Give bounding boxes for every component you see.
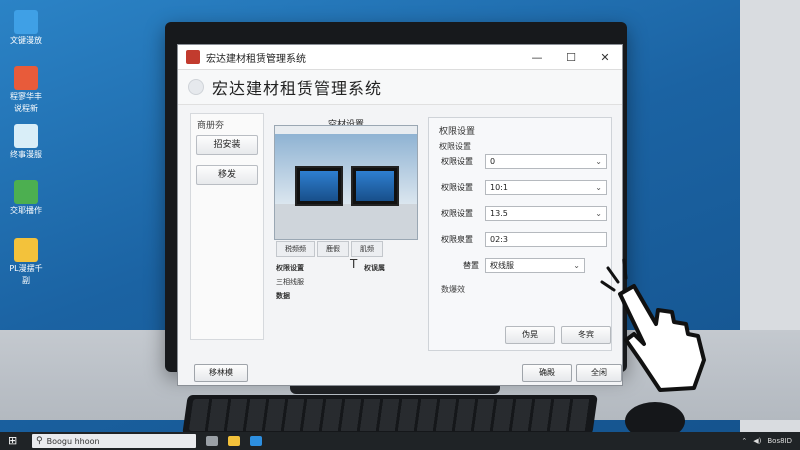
input-value: 02:3 bbox=[490, 235, 508, 244]
tab-3[interactable]: 肌频 bbox=[351, 241, 383, 257]
document-icon bbox=[14, 124, 38, 148]
preview-monitor bbox=[295, 166, 343, 206]
setting-row: 权限设置 0 ⌄ bbox=[441, 154, 607, 169]
preview-screen bbox=[356, 171, 394, 201]
hand-pointer-icon bbox=[600, 258, 706, 392]
file-explorer-icon[interactable] bbox=[228, 436, 240, 446]
chevron-up-icon[interactable]: ⌃ bbox=[741, 437, 747, 445]
window-title: 宏达建材租赁管理系统 bbox=[206, 53, 306, 65]
setting-row: 权限泉置 02:3 bbox=[441, 232, 607, 247]
tab-2[interactable]: 鹿假 bbox=[317, 241, 349, 257]
setting-select[interactable]: 权线服 ⌄ bbox=[485, 258, 585, 273]
app-icon bbox=[14, 66, 38, 90]
tree-item[interactable]: 权限设置 bbox=[276, 263, 304, 273]
preview-button[interactable]: 伪晃 bbox=[505, 326, 555, 344]
taskbar: ⊞ ⚲ Boogu hhoon ⌃ ◀) Bos8ID bbox=[0, 432, 800, 450]
task-view-icon[interactable] bbox=[206, 436, 218, 446]
text-tool-icon: T bbox=[350, 257, 358, 271]
description-label: 数爆效 bbox=[441, 285, 465, 294]
volume-icon[interactable]: ◀) bbox=[753, 437, 761, 445]
desktop-icon-sublabel: 副 bbox=[22, 276, 30, 285]
desktop-icon-label: PL漫摆千 bbox=[9, 264, 43, 273]
tree-item[interactable]: 三相线服 bbox=[276, 277, 304, 287]
chevron-down-icon: ⌄ bbox=[573, 261, 580, 270]
file-icon bbox=[14, 238, 38, 262]
desktop-icon-label: 文键漫放 bbox=[10, 36, 42, 45]
browser-icon[interactable] bbox=[250, 436, 262, 446]
confirm-button[interactable]: 确殿 bbox=[522, 364, 572, 382]
setting-row: 替置 权线服 ⌄ bbox=[441, 258, 585, 273]
select-value: 13.5 bbox=[490, 209, 508, 218]
system-tray: ⌃ ◀) Bos8ID bbox=[741, 437, 800, 445]
select-value: 10:1 bbox=[490, 183, 508, 192]
setting-input[interactable]: 02:3 bbox=[485, 232, 607, 247]
app-header: 宏达建材租赁管理系统 bbox=[178, 70, 622, 105]
close-button[interactable]: ✕ bbox=[588, 45, 622, 69]
install-button[interactable]: 招安装 bbox=[196, 135, 258, 155]
setting-select[interactable]: 0 ⌄ bbox=[485, 154, 607, 169]
page-title: 宏达建材租赁管理系统 bbox=[212, 79, 383, 98]
footer-left-button[interactable]: 移林模 bbox=[194, 364, 248, 382]
select-value: 0 bbox=[490, 157, 496, 166]
left-panel-heading: 商册夯 bbox=[197, 121, 225, 131]
chevron-down-icon: ⌄ bbox=[595, 157, 602, 166]
chevron-down-icon: ⌄ bbox=[595, 183, 602, 192]
setting-label: 权限设置 bbox=[441, 209, 473, 218]
back-icon[interactable] bbox=[188, 79, 204, 95]
preview-screen bbox=[300, 171, 338, 201]
preview-monitor bbox=[351, 166, 399, 206]
taskbar-search[interactable]: ⚲ Boogu hhoon bbox=[32, 434, 196, 448]
desktop-icon-2[interactable]: 程寥华丰 说程新 bbox=[4, 66, 48, 114]
clock[interactable]: Bos8ID bbox=[767, 437, 792, 445]
desktop-icon-4[interactable]: 交耶播作 bbox=[4, 180, 48, 216]
minimize-button[interactable]: — bbox=[520, 45, 554, 69]
app-logo-icon bbox=[186, 50, 200, 64]
settings-heading: 权限设置 bbox=[439, 127, 476, 137]
settings-panel: 权限设置 权限设置 权限设置 0 ⌄ 权限设置 10:1 ⌄ 权限设置 13.5… bbox=[428, 117, 612, 351]
setting-row: 权限设置 13.5 ⌄ bbox=[441, 206, 607, 221]
desktop-icon-label: 程寥华丰 bbox=[10, 92, 42, 101]
tab-1[interactable]: 税频频 bbox=[276, 241, 315, 257]
setting-label: 权限设置 bbox=[441, 157, 473, 166]
desktop-icon-5[interactable]: PL漫摆千 副 bbox=[4, 238, 48, 286]
setting-label: 权限设置 bbox=[441, 183, 473, 192]
preview-floor bbox=[275, 204, 417, 239]
chevron-down-icon: ⌄ bbox=[595, 209, 602, 218]
maximize-button[interactable]: ☐ bbox=[554, 45, 588, 69]
desktop-icon-sublabel: 说程新 bbox=[14, 104, 38, 113]
title-bar: 宏达建材租赁管理系统 — ☐ ✕ bbox=[178, 45, 622, 70]
setting-label: 替置 bbox=[463, 261, 479, 270]
desktop-icon-label: 终事漫服 bbox=[10, 150, 42, 159]
app-icon bbox=[14, 10, 38, 34]
setting-label: 权限泉置 bbox=[441, 235, 473, 244]
desktop-icon-1[interactable]: 文键漫放 bbox=[4, 10, 48, 46]
move-button[interactable]: 移发 bbox=[196, 165, 258, 185]
desktop-icon-label: 交耶播作 bbox=[10, 206, 42, 215]
left-panel: 商册夯 招安装 移发 bbox=[190, 113, 264, 340]
tool-label: 权误属 bbox=[364, 264, 385, 272]
keyboard-keys bbox=[188, 399, 592, 431]
app-window: 宏达建材租赁管理系统 — ☐ ✕ 宏达建材租赁管理系统 商册夯 招安装 移发 空… bbox=[177, 44, 623, 386]
desktop-icon-3[interactable]: 终事漫服 bbox=[4, 124, 48, 160]
setting-select[interactable]: 13.5 ⌄ bbox=[485, 206, 607, 221]
settings-tree: 权限设置 三相线服 数据 bbox=[276, 263, 304, 305]
preview-tabs: 税频频 鹿假 肌频 bbox=[276, 241, 383, 257]
app-icon bbox=[14, 180, 38, 204]
setting-row: 权限设置 10:1 ⌄ bbox=[441, 180, 607, 195]
windows-start-icon[interactable]: ⊞ bbox=[8, 435, 24, 447]
search-icon: ⚲ bbox=[36, 436, 43, 446]
tree-item[interactable]: 数据 bbox=[276, 291, 304, 301]
search-text: Boogu hhoon bbox=[46, 436, 100, 446]
setting-select[interactable]: 10:1 ⌄ bbox=[485, 180, 607, 195]
select-value: 权线服 bbox=[490, 261, 514, 270]
preview-image bbox=[274, 125, 418, 240]
settings-subheading: 权限设置 bbox=[439, 142, 471, 151]
keyboard bbox=[182, 395, 598, 435]
